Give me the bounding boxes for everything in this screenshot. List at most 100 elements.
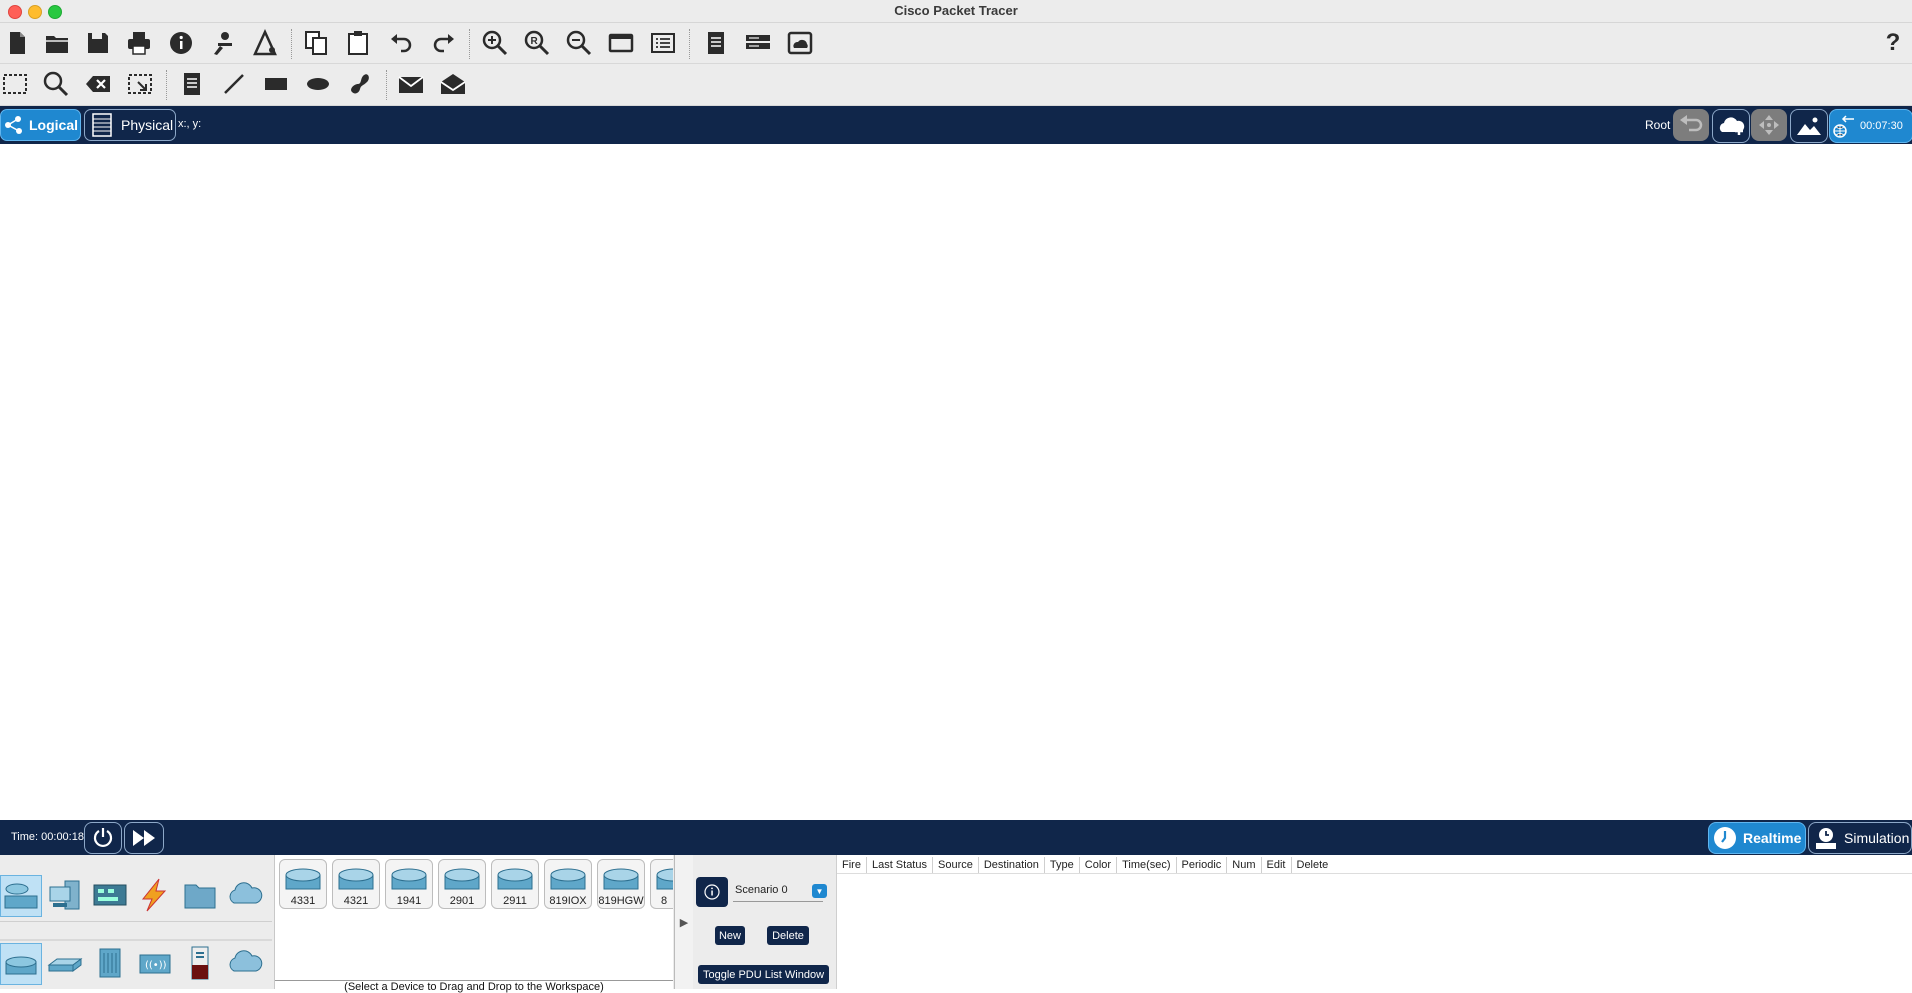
toggle-pdu-list-button[interactable]: Toggle PDU List Window <box>698 965 829 984</box>
zoom-reset-icon[interactable]: R <box>520 26 554 60</box>
rack-icon <box>92 113 112 137</box>
activity-wizard-icon[interactable] <box>206 26 240 60</box>
resize-shape-icon[interactable] <box>123 67 157 101</box>
notes-icon[interactable] <box>699 26 733 60</box>
subcategory-wireless[interactable]: ((•)) <box>135 943 175 983</box>
paste-icon[interactable] <box>341 26 375 60</box>
subcategory-security[interactable] <box>180 943 220 983</box>
device-label: 4321 <box>343 895 369 907</box>
fast-forward-button[interactable] <box>124 822 164 854</box>
category-connections[interactable] <box>135 875 175 915</box>
place-note-icon[interactable] <box>175 67 209 101</box>
scenario-info-button[interactable] <box>696 877 728 907</box>
device-router-4331[interactable]: 4331 <box>279 859 327 909</box>
save-icon[interactable] <box>81 26 115 60</box>
help-icon[interactable]: ? <box>1876 26 1910 60</box>
column-header-delete[interactable]: Delete <box>1292 857 1334 873</box>
move-arrows-icon <box>1759 115 1779 135</box>
new-cluster-button[interactable] <box>1712 109 1750 143</box>
subcategory-wan-emulation[interactable] <box>225 943 265 983</box>
column-header-color[interactable]: Color <box>1080 857 1118 873</box>
column-header-periodic[interactable]: Periodic <box>1177 857 1228 873</box>
window-title: Cisco Packet Tracer <box>894 3 1018 18</box>
category-end-devices[interactable] <box>45 875 85 915</box>
dropdown-arrow-icon: ▼ <box>812 884 827 898</box>
pdu-list-table: Fire Last Status Source Destination Type… <box>836 855 1912 989</box>
device-template-icon[interactable] <box>741 26 775 60</box>
draw-ellipse-icon[interactable] <box>301 67 335 101</box>
collapse-panel-button[interactable]: ▶ <box>674 855 694 989</box>
undo-icon[interactable] <box>384 26 418 60</box>
subcategory-hubs[interactable] <box>90 943 130 983</box>
new-scenario-button[interactable]: New <box>715 926 745 945</box>
network-devices-icon <box>4 883 38 909</box>
device-router-2911[interactable]: 2911 <box>491 859 539 909</box>
column-header-last-status[interactable]: Last Status <box>867 857 933 873</box>
physical-view-tab[interactable]: Physical <box>84 109 176 141</box>
back-button[interactable] <box>1673 109 1709 141</box>
device-router-2901[interactable]: 2901 <box>438 859 486 909</box>
zoom-out-icon[interactable] <box>562 26 596 60</box>
viewport-clock-button[interactable]: 00:07:30 <box>1829 109 1912 143</box>
column-header-fire[interactable]: Fire <box>837 857 867 873</box>
device-router-1941[interactable]: 1941 <box>385 859 433 909</box>
column-header-time[interactable]: Time(sec) <box>1117 857 1177 873</box>
custom-device-icon[interactable] <box>248 26 282 60</box>
draw-rectangle-icon[interactable] <box>259 67 293 101</box>
select-icon[interactable] <box>0 67 32 101</box>
draw-line-icon[interactable] <box>217 67 251 101</box>
device-label: 4331 <box>290 895 316 907</box>
set-background-button[interactable] <box>1790 109 1828 143</box>
column-header-num[interactable]: Num <box>1227 857 1262 873</box>
info-icon <box>704 884 720 900</box>
drawing-palette-icon[interactable] <box>604 26 638 60</box>
device-router-819hgw[interactable]: 819HGW <box>597 859 645 909</box>
inspect-icon[interactable] <box>39 67 73 101</box>
device-router-partial[interactable]: 8 <box>650 859 673 909</box>
cloud-image-icon[interactable] <box>783 26 817 60</box>
new-file-icon[interactable] <box>0 26 34 60</box>
category-network-devices[interactable] <box>0 875 42 917</box>
print-icon[interactable] <box>122 26 156 60</box>
power-cycle-button[interactable] <box>84 822 122 854</box>
column-header-source[interactable]: Source <box>933 857 979 873</box>
delete-icon[interactable] <box>81 67 115 101</box>
draw-freeform-icon[interactable] <box>343 67 377 101</box>
column-header-type[interactable]: Type <box>1045 857 1080 873</box>
column-header-destination[interactable]: Destination <box>979 857 1045 873</box>
subcategory-switches[interactable] <box>45 943 85 983</box>
subcategory-routers[interactable] <box>0 943 42 985</box>
add-complex-pdu-icon[interactable] <box>436 67 470 101</box>
device-router-819iox[interactable]: 819IOX <box>544 859 592 909</box>
device-status-bar: (Select a Device to Drag and Drop to the… <box>275 980 673 993</box>
svg-text:((•)): ((•)) <box>145 960 167 971</box>
device-label: 819IOX <box>549 895 587 907</box>
realtime-mode-button[interactable]: Realtime <box>1708 822 1806 854</box>
category-miscellaneous[interactable] <box>180 875 220 915</box>
toggle-pdu-label: Toggle PDU List Window <box>702 968 825 981</box>
category-multiuser[interactable] <box>225 875 265 915</box>
info-icon[interactable] <box>164 26 198 60</box>
clock-readout: 00:07:30 <box>1860 120 1903 132</box>
add-simple-pdu-icon[interactable] <box>394 67 428 101</box>
copy-icon[interactable] <box>299 26 333 60</box>
logical-workspace[interactable] <box>0 144 1912 820</box>
lightning-connection-icon <box>141 878 167 912</box>
column-header-edit[interactable]: Edit <box>1262 857 1292 873</box>
time-readout: Time: 00:00:18 <box>11 831 84 843</box>
logical-view-tab[interactable]: Logical <box>0 109 81 141</box>
stopwatch-runner-icon <box>1816 828 1836 849</box>
category-components[interactable] <box>90 875 130 915</box>
fast-forward-icon <box>133 830 155 846</box>
move-object-button[interactable] <box>1751 109 1787 141</box>
open-folder-icon[interactable] <box>40 26 74 60</box>
redo-icon[interactable] <box>427 26 461 60</box>
simulation-mode-button[interactable]: Simulation <box>1808 822 1912 854</box>
globe-network-icon <box>1833 115 1854 138</box>
zoom-in-icon[interactable] <box>478 26 512 60</box>
router-device-icon <box>497 868 533 890</box>
device-router-4321[interactable]: 4321 <box>332 859 380 909</box>
scenario-select[interactable]: Scenario 0 ▼ <box>733 881 827 902</box>
custom-devices-dialog-icon[interactable] <box>646 26 680 60</box>
delete-scenario-button[interactable]: Delete <box>767 926 809 945</box>
